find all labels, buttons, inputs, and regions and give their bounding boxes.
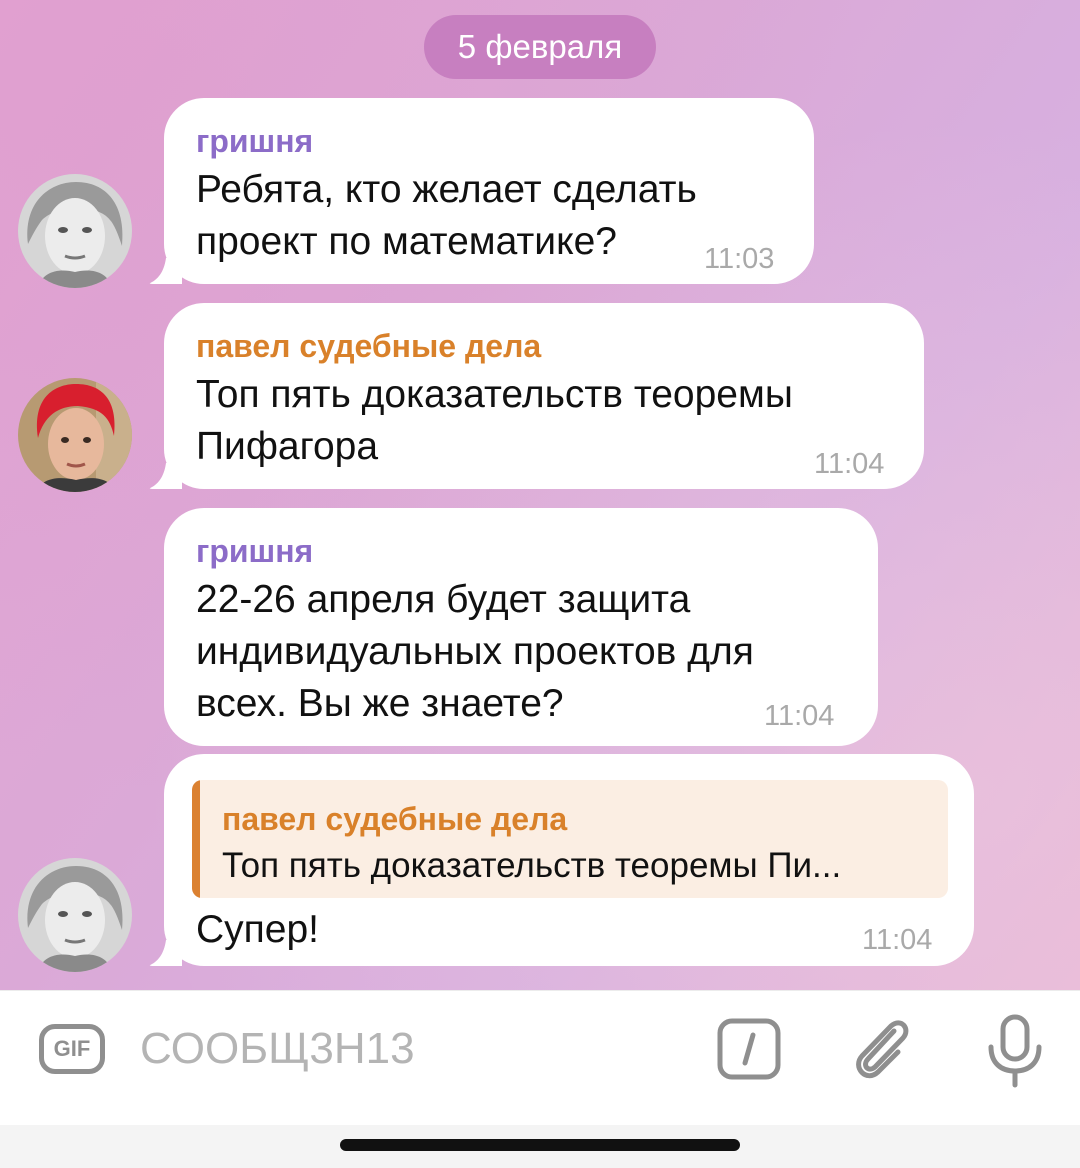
avatar-pavel[interactable]: [18, 378, 132, 492]
bubble-tail: [148, 940, 182, 966]
bubble-tail: [148, 463, 182, 489]
message-text: Ребята, кто желает сделать проект по мат…: [196, 168, 697, 263]
message-bubble[interactable]: павел судебные дела Топ пять доказательс…: [164, 303, 924, 489]
sender-name[interactable]: павел судебные дела: [196, 327, 541, 365]
avatar-grishnya[interactable]: [18, 174, 132, 288]
avatar-grishnya[interactable]: [18, 858, 132, 972]
sender-name[interactable]: гришня: [196, 532, 313, 570]
message-text: Топ пять доказательств теоремы Пифагора: [196, 373, 793, 468]
bot-commands-icon[interactable]: [717, 1018, 781, 1085]
message-bubble[interactable]: гришня 22-26 апреля будет защита индивид…: [164, 508, 878, 746]
home-indicator[interactable]: [340, 1139, 740, 1151]
date-separator: 5 февраля: [424, 15, 656, 79]
message-composer: GIF: [0, 990, 1080, 1126]
message-time: 11:04: [764, 700, 835, 732]
sender-name[interactable]: гришня: [196, 122, 313, 160]
message-bubble[interactable]: гришня Ребята, кто желает сделать проект…: [164, 98, 814, 284]
reply-quote[interactable]: павел судебные дела Топ пять доказательс…: [192, 780, 948, 898]
message-bubble[interactable]: павел судебные дела Топ пять доказательс…: [164, 754, 974, 966]
paperclip-icon[interactable]: [848, 1013, 918, 1090]
message-text: 22-26 апреля будет защита индивидуальных…: [196, 578, 754, 725]
gif-icon[interactable]: GIF: [39, 1024, 105, 1074]
microphone-icon[interactable]: [985, 1013, 1045, 1094]
message-time: 11:03: [704, 243, 775, 275]
message-input[interactable]: [140, 1021, 680, 1077]
bubble-tail: [148, 258, 182, 284]
reply-quote-bar: [192, 780, 200, 898]
message-time: 11:04: [862, 924, 933, 956]
reply-text: Топ пять доказательств теоремы Пи...: [222, 846, 842, 885]
reply-sender: павел судебные дела: [222, 801, 568, 837]
message-time: 11:04: [814, 448, 885, 480]
message-text: Супер!: [196, 908, 319, 951]
system-navigation-area: [0, 1125, 1080, 1168]
